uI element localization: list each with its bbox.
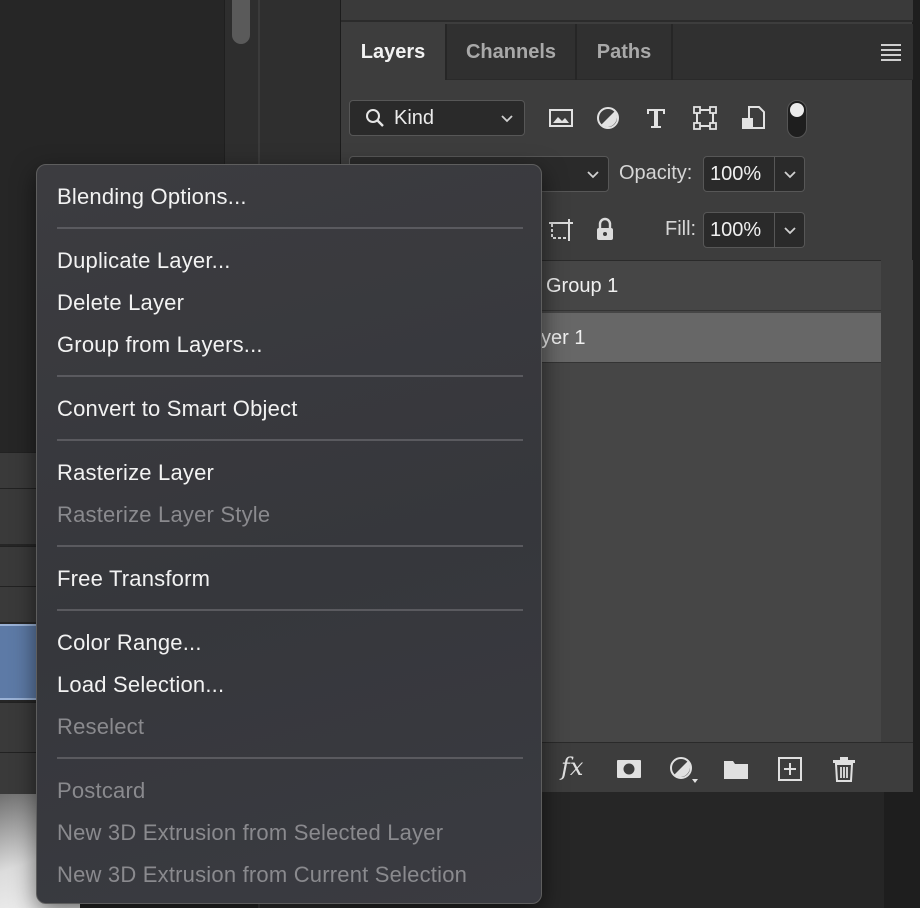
layers-list-scrollbar[interactable] xyxy=(881,260,913,742)
background-panel-strip xyxy=(0,752,40,794)
toggle-knob xyxy=(790,103,804,117)
layer-mask-icon[interactable] xyxy=(615,755,643,783)
folder-icon[interactable] xyxy=(722,755,750,783)
background-panel-strip xyxy=(0,586,40,622)
menu-item-rasterize-layer[interactable]: Rasterize Layer xyxy=(57,458,214,488)
fill-input[interactable]: 100% xyxy=(703,212,775,248)
background-panel-strip xyxy=(0,488,40,544)
fill-dropdown-button[interactable] xyxy=(775,212,805,248)
menu-item-delete-layer[interactable]: Delete Layer xyxy=(57,288,184,318)
trash-icon[interactable] xyxy=(830,755,858,783)
menu-item-load-selection[interactable]: Load Selection... xyxy=(57,670,224,700)
tab-channels[interactable]: Channels xyxy=(447,24,575,80)
panel-menu-icon[interactable] xyxy=(881,44,901,64)
opacity-label: Opacity: xyxy=(619,162,693,184)
menu-separator xyxy=(57,609,523,611)
background-panel-strip xyxy=(0,546,40,586)
menu-item-reselect: Reselect xyxy=(57,714,145,739)
type-filter-icon[interactable] xyxy=(642,104,670,132)
menu-item-duplicate-layer[interactable]: Duplicate Layer... xyxy=(57,246,231,276)
menu-separator xyxy=(57,439,523,441)
menu-item-3d-extrusion-selected-layer: New 3D Extrusion from Selected Layer xyxy=(57,820,444,845)
fx-icon[interactable]: fx xyxy=(561,753,589,781)
shape-filter-icon[interactable] xyxy=(691,104,719,132)
menu-item-rasterize-layer-style: Rasterize Layer Style xyxy=(57,502,271,527)
menu-item-convert-to-smart-object[interactable]: Convert to Smart Object xyxy=(57,394,298,424)
image-filter-icon[interactable] xyxy=(547,104,575,132)
panel-top-strip xyxy=(341,0,913,22)
filter-toggle-switch[interactable] xyxy=(787,100,807,138)
lock-all-icon[interactable] xyxy=(593,216,617,249)
new-layer-icon[interactable] xyxy=(776,755,804,783)
selected-background-item xyxy=(0,624,40,700)
canvas-scrollbar-thumb[interactable] xyxy=(232,0,250,44)
lock-artboard-icon[interactable] xyxy=(547,216,575,249)
menu-separator xyxy=(57,375,523,377)
chevron-down-icon xyxy=(586,163,600,190)
opacity-dropdown-button[interactable] xyxy=(775,156,805,192)
panel-tab-bar: Layers Channels Paths xyxy=(341,24,913,80)
menu-item-group-from-layers[interactable]: Group from Layers... xyxy=(57,330,263,360)
layer-name: Group 1 xyxy=(546,275,619,297)
layer-context-menu: Blending Options... Duplicate Layer... D… xyxy=(36,164,542,904)
menu-item-postcard: Postcard xyxy=(57,778,146,803)
background-panel-strip xyxy=(0,452,40,488)
adjustment-filter-icon[interactable] xyxy=(594,104,622,132)
adjustment-layer-icon[interactable] xyxy=(668,755,698,783)
opacity-input[interactable]: 100% xyxy=(703,156,775,192)
menu-separator xyxy=(57,545,523,547)
menu-separator xyxy=(57,757,523,759)
menu-item-3d-extrusion-current-selection: New 3D Extrusion from Current Selection xyxy=(57,862,468,887)
search-icon xyxy=(364,107,386,135)
tab-layers[interactable]: Layers xyxy=(341,24,445,80)
tab-separator xyxy=(671,24,673,80)
menu-item-free-transform[interactable]: Free Transform xyxy=(57,564,210,594)
chevron-down-icon xyxy=(500,107,514,134)
tab-paths[interactable]: Paths xyxy=(577,24,671,80)
layer-name: yer 1 xyxy=(541,327,586,349)
kind-filter-label: Kind xyxy=(394,107,435,129)
kind-filter-select[interactable]: Kind xyxy=(349,100,525,136)
menu-separator xyxy=(57,227,523,229)
smart-object-filter-icon[interactable] xyxy=(739,104,767,132)
menu-item-color-range[interactable]: Color Range... xyxy=(57,628,202,658)
fill-label: Fill: xyxy=(665,218,697,240)
menu-item-blending-options[interactable]: Blending Options... xyxy=(57,182,247,212)
background-panel-strip xyxy=(0,702,40,752)
